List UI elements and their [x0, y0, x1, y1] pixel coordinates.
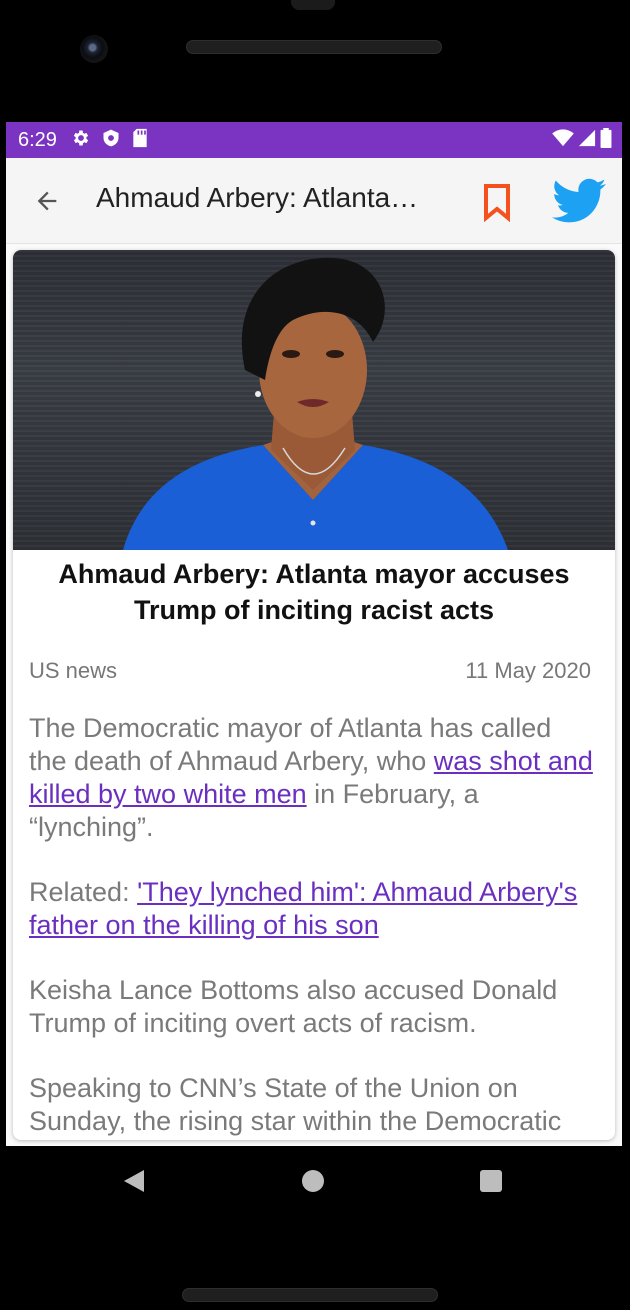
signal-icon	[578, 129, 596, 152]
article-hero-image	[13, 250, 615, 550]
sd-card-icon	[131, 128, 149, 153]
bookmark-icon	[484, 184, 510, 223]
status-bar: 6:29	[6, 122, 622, 158]
front-camera	[80, 35, 108, 63]
twitter-icon	[552, 178, 606, 223]
nav-back-button[interactable]	[122, 1168, 146, 1199]
arrow-left-icon	[37, 191, 57, 211]
bottom-speaker	[182, 1288, 438, 1302]
bookmark-button[interactable]	[480, 182, 514, 223]
status-icons-left	[71, 128, 149, 153]
screen: 6:29 Ahmaud Arbery: Atlanta… Ahmaud Arbe…	[6, 122, 622, 1146]
back-triangle-icon	[124, 1170, 144, 1192]
device-notch	[291, 0, 335, 10]
toolbar-title: Ahmaud Arbery: Atlanta…	[96, 182, 419, 213]
status-time: 6:29	[18, 128, 57, 151]
twitter-share-button[interactable]	[552, 178, 606, 224]
app-toolbar: Ahmaud Arbery: Atlanta…	[6, 158, 622, 244]
battery-icon	[600, 127, 612, 153]
system-nav-bar	[0, 1146, 630, 1220]
portrait-illustration	[123, 257, 508, 550]
article-section: US news	[29, 658, 118, 683]
earpiece-speaker	[186, 40, 442, 54]
article-date: 11 May 2020	[465, 658, 591, 683]
paragraph: Speaking to CNN’s State of the Union on …	[29, 1073, 562, 1136]
paragraph: Keisha Lance Bottoms also accused Donald…	[29, 975, 558, 1038]
wifi-icon	[552, 128, 574, 152]
recents-square-icon[interactable]	[480, 1170, 502, 1192]
paragraph: The Democratic mayor of Atlanta has call…	[29, 713, 593, 842]
article-body: The Democratic mayor of Atlanta has call…	[13, 684, 615, 1138]
article-meta: US news 11 May 2020	[13, 628, 615, 684]
shield-icon	[101, 128, 121, 153]
home-circle-icon[interactable]	[302, 1170, 324, 1192]
article-card[interactable]: Ahmaud Arbery: Atlanta mayor accuses Tru…	[13, 250, 615, 1140]
gear-icon	[71, 128, 91, 153]
status-icons-right	[552, 127, 612, 153]
article-headline: Ahmaud Arbery: Atlanta mayor accuses Tru…	[58, 559, 570, 625]
related-paragraph: Related: 'They lynched him': Ahmaud Arbe…	[29, 877, 578, 940]
device-frame: 6:29 Ahmaud Arbery: Atlanta… Ahmaud Arbe…	[0, 0, 630, 1310]
back-button[interactable]	[32, 186, 62, 216]
